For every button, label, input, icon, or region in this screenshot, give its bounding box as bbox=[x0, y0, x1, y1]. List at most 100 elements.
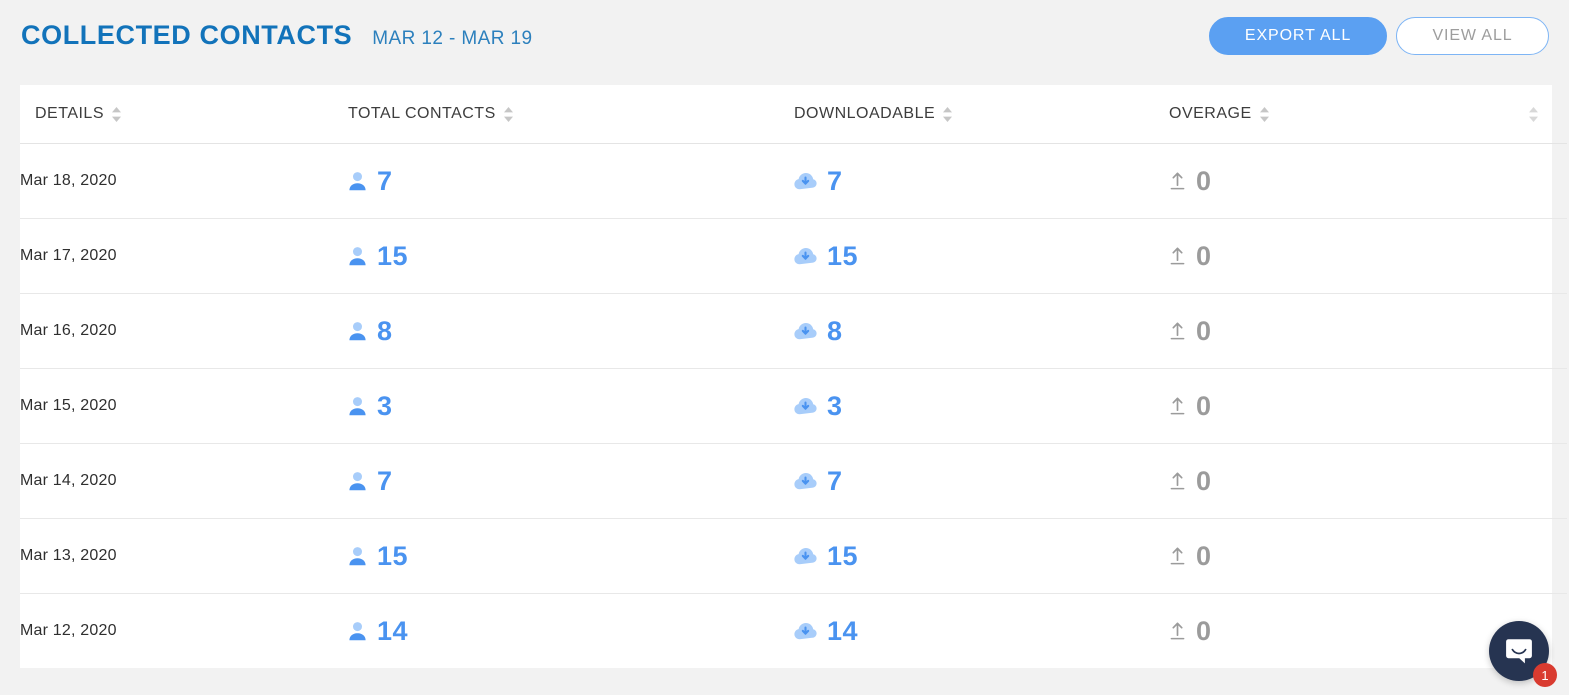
cell-actions bbox=[1499, 443, 1567, 519]
person-icon bbox=[348, 621, 367, 641]
downloadable-value: 7 bbox=[827, 165, 843, 196]
cell-total-contacts: 7 bbox=[348, 443, 794, 519]
downloadable-value: 8 bbox=[827, 315, 843, 346]
overage-value: 0 bbox=[1196, 315, 1212, 346]
overage-value: 0 bbox=[1196, 165, 1212, 196]
cell-date: Mar 13, 2020 bbox=[20, 518, 348, 594]
column-header-downloadable-label: DOWNLOADABLE bbox=[794, 105, 936, 122]
cell-overage: 0 bbox=[1169, 594, 1499, 669]
cloud-download-icon bbox=[794, 321, 817, 341]
cell-overage: 0 bbox=[1169, 143, 1499, 219]
cell-date: Mar 16, 2020 bbox=[20, 293, 348, 369]
upload-arrow-icon bbox=[1169, 621, 1186, 641]
cell-actions bbox=[1499, 143, 1567, 219]
cell-date: Mar 12, 2020 bbox=[20, 622, 117, 639]
upload-arrow-icon bbox=[1169, 321, 1186, 341]
column-header-details-label: DETAILS bbox=[35, 105, 104, 122]
person-icon bbox=[348, 546, 367, 566]
column-header-details[interactable]: DETAILS bbox=[20, 85, 348, 144]
upload-arrow-icon bbox=[1169, 546, 1186, 566]
cell-downloadable: 7 bbox=[794, 143, 1169, 219]
cloud-download-icon bbox=[794, 396, 817, 416]
cell-total-contacts: 3 bbox=[348, 368, 794, 444]
page-header: COLLECTED CONTACTS MAR 12 - MAR 19 EXPOR… bbox=[0, 0, 1569, 71]
column-header-actions[interactable] bbox=[1499, 85, 1567, 144]
cell-downloadable: 15 bbox=[794, 518, 1169, 594]
cloud-download-icon bbox=[794, 546, 817, 566]
overage-value: 0 bbox=[1196, 240, 1212, 271]
cell-total-contacts: 7 bbox=[348, 143, 794, 219]
person-icon bbox=[348, 471, 367, 491]
table-row[interactable]: Mar 12, 2020 14 14 0 bbox=[20, 594, 1567, 669]
intercom-chat-icon bbox=[1504, 636, 1534, 666]
collected-contacts-table: DETAILS TOTAL CONTACTS DOWNLOADABLE OVER… bbox=[20, 85, 1567, 668]
upload-arrow-icon bbox=[1169, 246, 1186, 266]
overage-value: 0 bbox=[1196, 540, 1212, 571]
person-icon bbox=[348, 396, 367, 416]
table-row[interactable]: Mar 15, 2020 3 3 0 bbox=[20, 368, 1567, 444]
person-icon bbox=[348, 171, 367, 191]
total-contacts-value: 3 bbox=[377, 390, 393, 421]
total-contacts-value: 7 bbox=[377, 465, 393, 496]
table-row[interactable]: Mar 16, 2020 8 8 0 bbox=[20, 293, 1567, 369]
cell-downloadable: 8 bbox=[794, 293, 1169, 369]
downloadable-value: 3 bbox=[827, 390, 843, 421]
overage-value: 0 bbox=[1196, 390, 1212, 421]
cell-actions bbox=[1499, 293, 1567, 369]
total-contacts-value: 14 bbox=[377, 615, 409, 646]
upload-arrow-icon bbox=[1169, 171, 1186, 191]
upload-arrow-icon bbox=[1169, 396, 1186, 416]
collected-contacts-card: DETAILS TOTAL CONTACTS DOWNLOADABLE OVER… bbox=[20, 85, 1567, 668]
column-header-overage-label: OVERAGE bbox=[1169, 105, 1252, 122]
column-header-total-contacts-label: TOTAL CONTACTS bbox=[348, 105, 496, 122]
downloadable-value: 14 bbox=[827, 615, 859, 646]
total-contacts-value: 8 bbox=[377, 315, 393, 346]
cell-downloadable: 3 bbox=[794, 368, 1169, 444]
header-actions: EXPORT ALL VIEW ALL bbox=[1209, 16, 1549, 55]
cell-date: Mar 17, 2020 bbox=[20, 218, 348, 294]
cloud-download-icon bbox=[794, 246, 817, 266]
table-row[interactable]: Mar 17, 2020 15 15 0 bbox=[20, 218, 1567, 294]
sort-arrows-icon[interactable] bbox=[503, 106, 514, 123]
upload-arrow-icon bbox=[1169, 471, 1186, 491]
cell-overage: 0 bbox=[1169, 218, 1499, 294]
overage-value: 0 bbox=[1196, 465, 1212, 496]
downloadable-value: 7 bbox=[827, 465, 843, 496]
table-row[interactable]: Mar 13, 2020 15 15 0 bbox=[20, 518, 1567, 594]
cell-overage: 0 bbox=[1169, 368, 1499, 444]
downloadable-value: 15 bbox=[827, 540, 859, 571]
table-row[interactable]: Mar 14, 2020 7 7 0 bbox=[20, 443, 1567, 519]
total-contacts-value: 7 bbox=[377, 165, 393, 196]
column-header-total-contacts[interactable]: TOTAL CONTACTS bbox=[348, 85, 794, 144]
table-body: Mar 18, 2020 7 7 0 Mar 17, 2020 15 15 0 Mar 16, … bbox=[20, 143, 1567, 669]
total-contacts-value: 15 bbox=[377, 240, 409, 271]
person-icon bbox=[348, 321, 367, 341]
page-title: COLLECTED CONTACTS bbox=[21, 20, 353, 50]
cell-downloadable: 14 bbox=[794, 594, 1169, 669]
sort-arrows-icon[interactable] bbox=[942, 106, 953, 123]
sort-arrows-icon[interactable] bbox=[1528, 106, 1539, 123]
cell-downloadable: 7 bbox=[794, 443, 1169, 519]
cell-overage: 0 bbox=[1169, 518, 1499, 594]
unread-message-badge[interactable]: 1 bbox=[1533, 663, 1557, 687]
cell-total-contacts: 15 bbox=[348, 518, 794, 594]
cell-date: Mar 15, 2020 bbox=[20, 368, 348, 444]
table-row[interactable]: Mar 18, 2020 7 7 0 bbox=[20, 143, 1567, 219]
cell-total-contacts: 8 bbox=[348, 293, 794, 369]
column-header-overage[interactable]: OVERAGE bbox=[1169, 85, 1499, 144]
cell-downloadable: 15 bbox=[794, 218, 1169, 294]
cloud-download-icon bbox=[794, 621, 817, 641]
cell-actions bbox=[1499, 218, 1567, 294]
person-icon bbox=[348, 246, 367, 266]
cell-actions bbox=[1499, 518, 1567, 594]
sort-arrows-icon[interactable] bbox=[1259, 106, 1270, 123]
date-range-label: MAR 12 - MAR 19 bbox=[372, 28, 533, 49]
view-all-button[interactable]: VIEW ALL bbox=[1396, 16, 1549, 55]
sort-arrows-icon[interactable] bbox=[111, 106, 122, 123]
overage-value: 0 bbox=[1196, 615, 1212, 646]
cell-overage: 0 bbox=[1169, 443, 1499, 519]
column-header-downloadable[interactable]: DOWNLOADABLE bbox=[794, 85, 1169, 144]
cell-actions bbox=[1499, 368, 1567, 444]
table-head: DETAILS TOTAL CONTACTS DOWNLOADABLE OVER… bbox=[20, 85, 1567, 144]
export-all-button[interactable]: EXPORT ALL bbox=[1209, 16, 1387, 55]
